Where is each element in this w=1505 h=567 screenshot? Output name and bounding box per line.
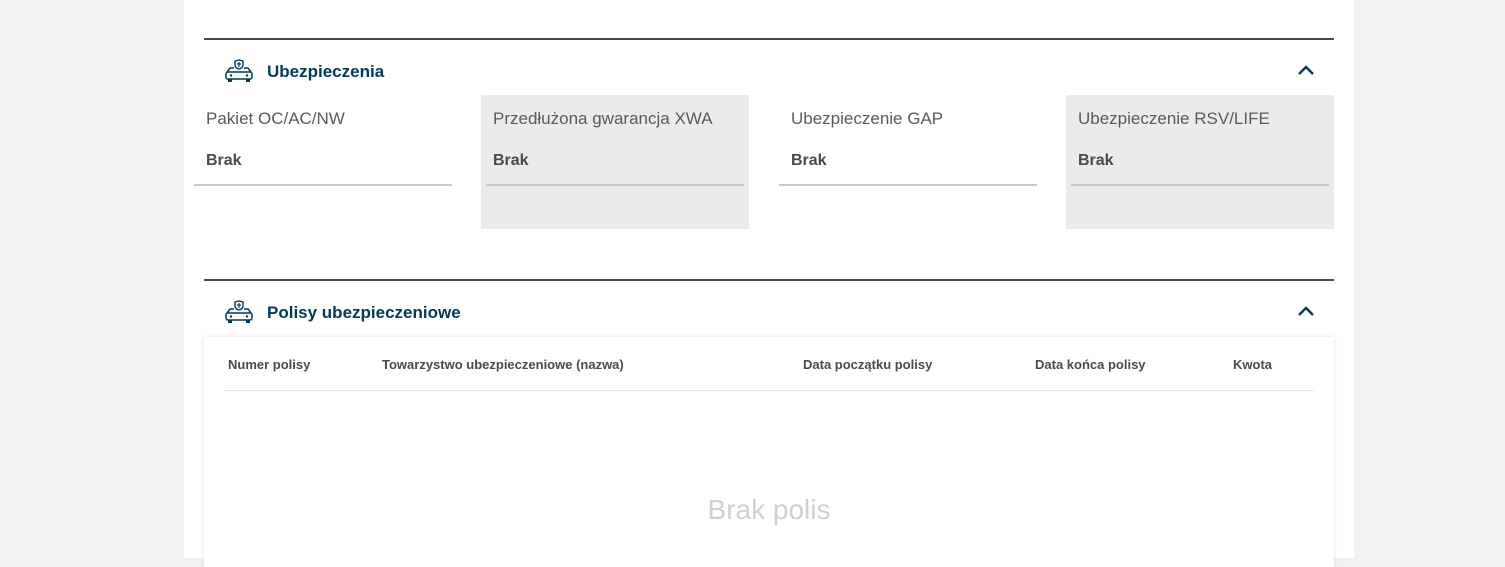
field-underline xyxy=(1071,184,1329,186)
field-underline xyxy=(194,184,452,186)
field-extended-warranty: Przedłużona gwarancja XWA Brak xyxy=(481,95,749,229)
section-divider xyxy=(204,38,1334,40)
insurance-section-header[interactable]: Ubezpieczenia xyxy=(204,55,1334,95)
policies-table: Numer polisy Towarzystwo ubezpieczeniowe… xyxy=(204,337,1334,567)
table-header-divider xyxy=(224,390,1314,391)
column-header-amount[interactable]: Kwota xyxy=(1233,357,1272,372)
field-underline xyxy=(779,184,1037,186)
field-value: Brak xyxy=(206,152,242,169)
policies-section-header[interactable]: Polisy ubezpieczeniowe xyxy=(204,296,1334,336)
section-title: Ubezpieczenia xyxy=(267,62,385,81)
column-header-start-date[interactable]: Data początku polisy xyxy=(803,357,932,372)
field-label: Pakiet OC/AC/NW xyxy=(206,109,345,128)
field-value: Brak xyxy=(1078,152,1114,169)
car-shield-icon xyxy=(225,59,253,82)
field-oc-ac-nw: Pakiet OC/AC/NW Brak xyxy=(194,95,462,229)
field-gap: Ubezpieczenie GAP Brak xyxy=(779,95,1047,229)
field-value: Brak xyxy=(791,152,827,169)
field-label: Ubezpieczenie GAP xyxy=(791,109,944,128)
field-label: Przedłużona gwarancja XWA xyxy=(493,109,713,128)
empty-state-message: Brak polis xyxy=(707,494,831,525)
main-content: Ubezpieczenia Pakiet OC/AC/NW Brak Przed… xyxy=(184,0,1354,567)
field-rsv-life: Ubezpieczenie RSV/LIFE Brak xyxy=(1066,95,1334,229)
column-header-policy-number[interactable]: Numer polisy xyxy=(228,357,310,372)
field-value: Brak xyxy=(493,152,529,169)
section-divider xyxy=(204,279,1334,281)
column-header-insurer[interactable]: Towarzystwo ubezpieczeniowe (nazwa) xyxy=(382,357,624,372)
column-header-end-date[interactable]: Data końca polisy xyxy=(1035,357,1146,372)
car-shield-icon xyxy=(225,300,253,323)
chevron-up-icon[interactable] xyxy=(1296,63,1316,77)
section-title: Polisy ubezpieczeniowe xyxy=(267,303,461,322)
field-underline xyxy=(486,184,744,186)
chevron-up-icon[interactable] xyxy=(1296,304,1316,318)
field-label: Ubezpieczenie RSV/LIFE xyxy=(1078,109,1270,128)
